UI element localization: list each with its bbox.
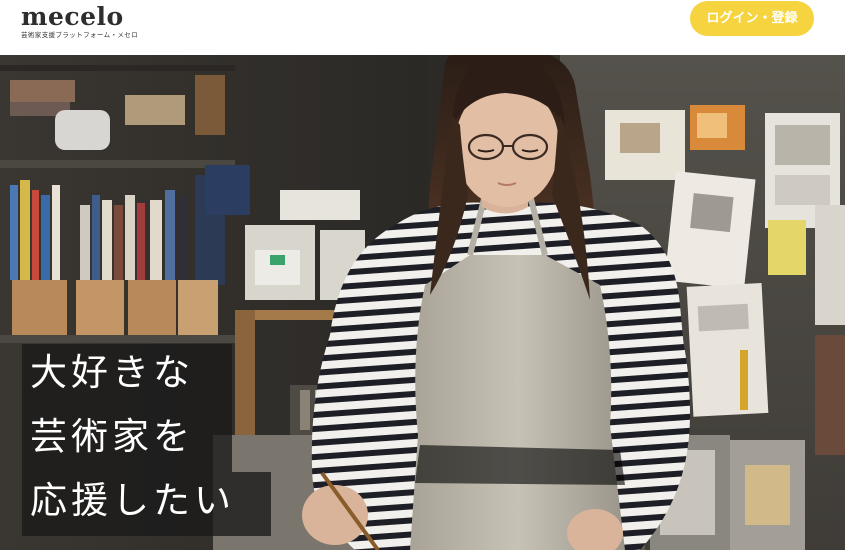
- logo-wordmark: mecelo: [21, 2, 124, 31]
- logo-subtitle: 芸術家支援プラットフォーム・メセロ: [21, 31, 139, 39]
- site-logo[interactable]: mecelo 芸術家支援プラットフォーム・メセロ: [21, 2, 138, 39]
- tagline-line-3: 応援したい: [22, 472, 271, 536]
- site-header: mecelo 芸術家支援プラットフォーム・メセロ ログイン・登録: [0, 0, 845, 55]
- login-register-button[interactable]: ログイン・登録: [690, 1, 814, 36]
- hero-tagline: 大好きな 芸術家を 応援したい: [22, 344, 271, 536]
- tagline-line-1: 大好きな: [22, 344, 232, 408]
- tagline-line-2: 芸術家を: [22, 408, 232, 472]
